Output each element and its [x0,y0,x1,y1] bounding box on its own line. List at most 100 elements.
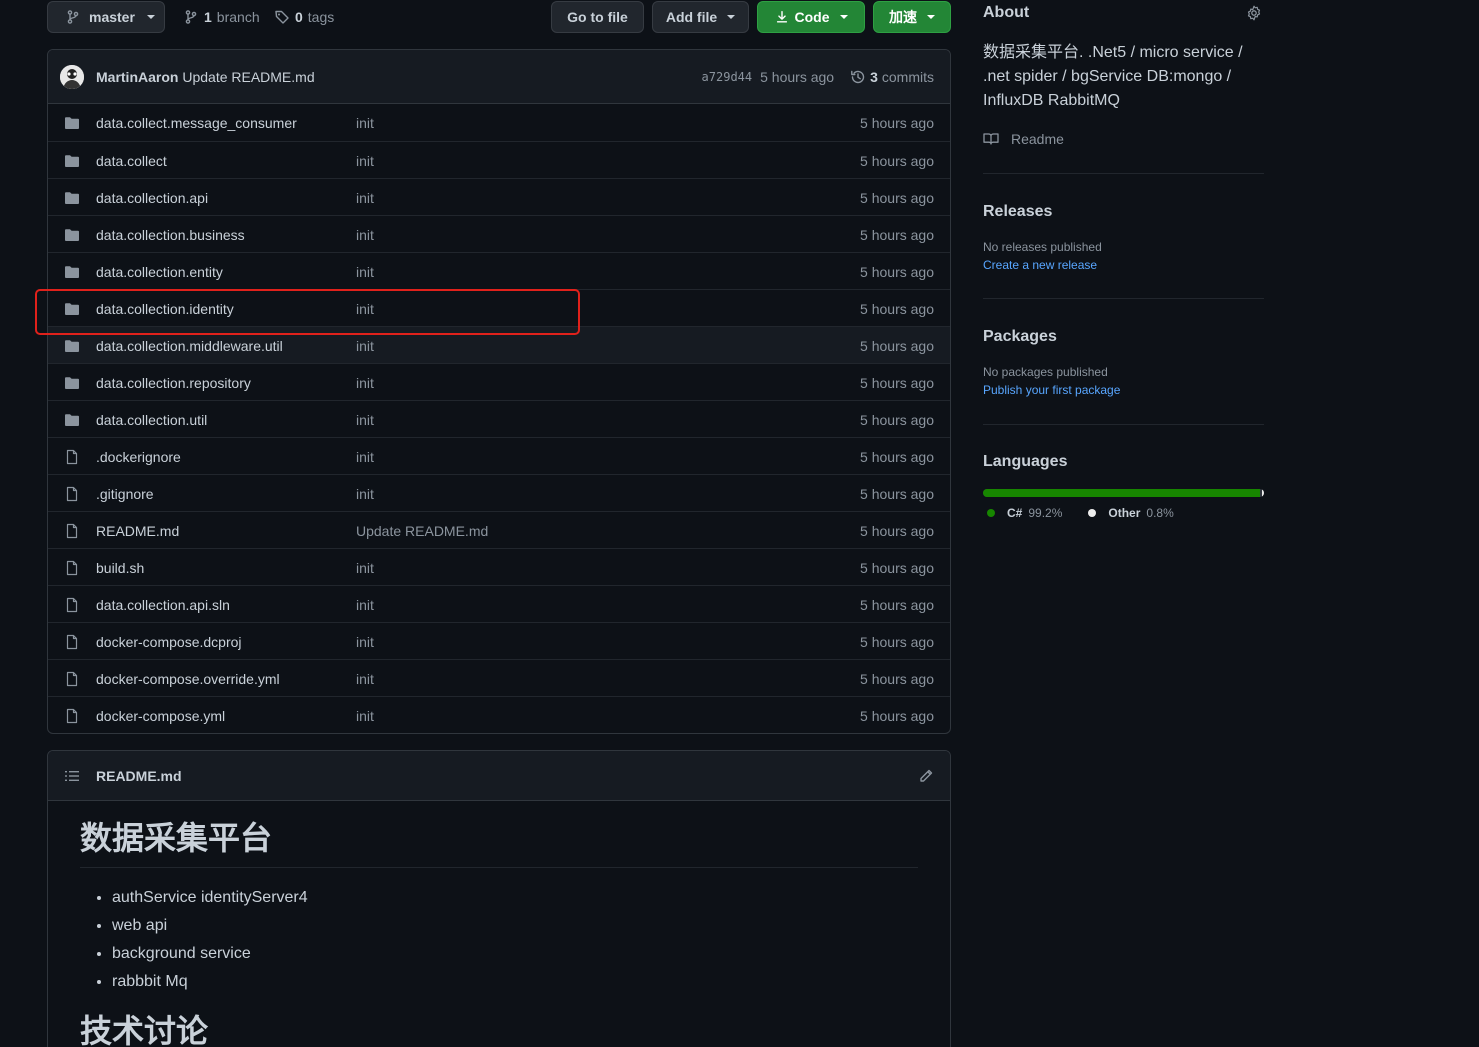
file-commit-message[interactable]: init [356,264,374,280]
add-file-label: Add file [665,9,718,25]
list-item: rabbbit Mq [112,968,918,996]
readme-title[interactable]: README.md [96,768,182,784]
file-name[interactable]: data.collect.message_consumer [96,115,297,131]
commit-author[interactable]: MartinAaron [96,69,178,85]
file-name[interactable]: data.collection.middleware.util [96,338,283,354]
file-commit-message[interactable]: init [356,560,374,576]
file-commit-message[interactable]: init [356,708,374,724]
code-button[interactable]: Code [757,1,865,33]
list-item: background service [112,940,918,968]
file-name[interactable]: data.collect [96,153,167,169]
file-commit-message[interactable]: init [356,153,374,169]
folder-icon [64,115,80,131]
language-bar[interactable] [983,489,1264,497]
file-commit-message[interactable]: init [356,227,374,243]
commit-meta: a729d44 5 hours ago 3 commits [702,69,934,85]
file-name[interactable]: data.collection.entity [96,264,223,280]
table-row[interactable]: data.collect.message_consumer init 5 hours… [48,104,950,141]
file-commit-message[interactable]: init [356,486,374,502]
language-item[interactable]: C# 99.2% [983,506,1062,520]
go-to-file-label: Go to file [567,9,628,25]
branches-link[interactable]: 1 branch [183,1,260,33]
table-row[interactable]: .dockerignore init 5 hours ago [48,437,950,474]
language-percent: 0.8% [1146,506,1174,520]
table-row[interactable]: data.collection.middleware.util init 5 hou… [48,326,950,363]
gear-icon[interactable] [1246,5,1262,21]
file-commit-message[interactable]: init [356,301,374,317]
file-commit-message[interactable]: Update README.md [356,523,488,539]
repo-toolbar: master 1 branch 0 tags Go to file Add fi… [47,1,951,33]
file-age: 5 hours ago [860,301,934,317]
file-name[interactable]: .gitignore [96,486,154,502]
file-name[interactable]: README.md [96,523,179,539]
file-name[interactable]: data.collection.api.sln [96,597,230,613]
accelerate-button[interactable]: 加速 [873,1,951,33]
file-commit-message[interactable]: init [356,671,374,687]
readme-link[interactable]: Readme [983,131,1064,147]
file-commit-message[interactable]: init [356,190,374,206]
language-bar-segment[interactable] [983,489,1260,497]
table-row[interactable]: data.collection.repository init 5 hours ag… [48,363,950,400]
file-age: 5 hours ago [860,190,934,206]
file-commit-message[interactable]: init [356,634,374,650]
table-row[interactable]: data.collection.api init 5 hours ago [48,178,950,215]
table-row[interactable]: README.md Update README.md 5 hours ago [48,511,950,548]
language-item[interactable]: Other 0.8% [1084,506,1174,520]
list-icon[interactable] [64,768,80,784]
commit-sha[interactable]: a729d44 [702,70,753,84]
table-row[interactable]: data.collection.util init 5 hours ago [48,400,950,437]
file-name[interactable]: data.collection.identity [96,301,234,317]
table-row[interactable]: data.collect init 5 hours ago [48,141,950,178]
file-commit-message[interactable]: init [356,449,374,465]
file-commit-message[interactable]: init [356,412,374,428]
publish-package-link[interactable]: Publish your first package [983,383,1120,397]
table-row[interactable]: data.collection.identity init 5 hours ago [48,289,950,326]
file-name[interactable]: data.collection.util [96,412,207,428]
file-commit-message[interactable]: init [356,115,374,131]
table-row[interactable]: data.collection.business init 5 hours ago [48,215,950,252]
file-name[interactable]: .dockerignore [96,449,181,465]
table-row[interactable]: .gitignore init 5 hours ago [48,474,950,511]
commit-text[interactable]: Update README.md [182,69,314,85]
latest-commit-bar: MartinAaron Update README.md a729d44 5 h… [48,50,950,104]
branch-select-button[interactable]: master [47,1,165,33]
folder-icon [64,412,80,428]
file-age: 5 hours ago [860,486,934,502]
tags-link[interactable]: 0 tags [274,1,334,33]
file-name[interactable]: build.sh [96,560,144,576]
go-to-file-button[interactable]: Go to file [551,1,644,33]
file-name[interactable]: docker-compose.override.yml [96,671,280,687]
branch-icon [65,9,81,25]
file-name[interactable]: docker-compose.dcproj [96,634,242,650]
file-name[interactable]: data.collection.api [96,190,208,206]
table-row[interactable]: docker-compose.dcproj init 5 hours ago [48,622,950,659]
avatar[interactable] [60,65,84,89]
file-commit-message[interactable]: init [356,338,374,354]
file-age: 5 hours ago [860,708,934,724]
releases-title[interactable]: Releases [983,203,1052,221]
language-name: Other [1108,506,1141,520]
languages-title: Languages [983,453,1068,470]
commit-message: MartinAaron Update README.md [96,69,315,85]
commits-link[interactable]: 3 commits [850,69,934,85]
add-file-button[interactable]: Add file [652,1,749,33]
table-row[interactable]: docker-compose.override.yml init 5 hours a… [48,659,950,696]
table-row[interactable]: build.sh init 5 hours ago [48,548,950,585]
packages-title[interactable]: Packages [983,328,1057,346]
chevron-down-icon [839,15,848,19]
file-name[interactable]: docker-compose.yml [96,708,225,724]
file-commit-message[interactable]: init [356,375,374,391]
file-name[interactable]: data.collection.business [96,227,245,243]
file-commit-message[interactable]: init [356,597,374,613]
table-row[interactable]: data.collection.api.sln init 5 hours ago [48,585,950,622]
language-bar-segment[interactable] [1261,489,1264,497]
table-row[interactable]: docker-compose.yml init 5 hours ago [48,696,950,733]
file-name[interactable]: data.collection.repository [96,375,251,391]
table-row[interactable]: data.collection.entity init 5 hours ago [48,252,950,289]
pencil-icon[interactable] [918,768,934,784]
tag-icon [274,9,290,25]
create-release-link[interactable]: Create a new release [983,258,1097,272]
file-icon [64,634,80,650]
folder-icon [64,190,80,206]
readme-heading-2: 技术讨论 [80,1013,209,1047]
